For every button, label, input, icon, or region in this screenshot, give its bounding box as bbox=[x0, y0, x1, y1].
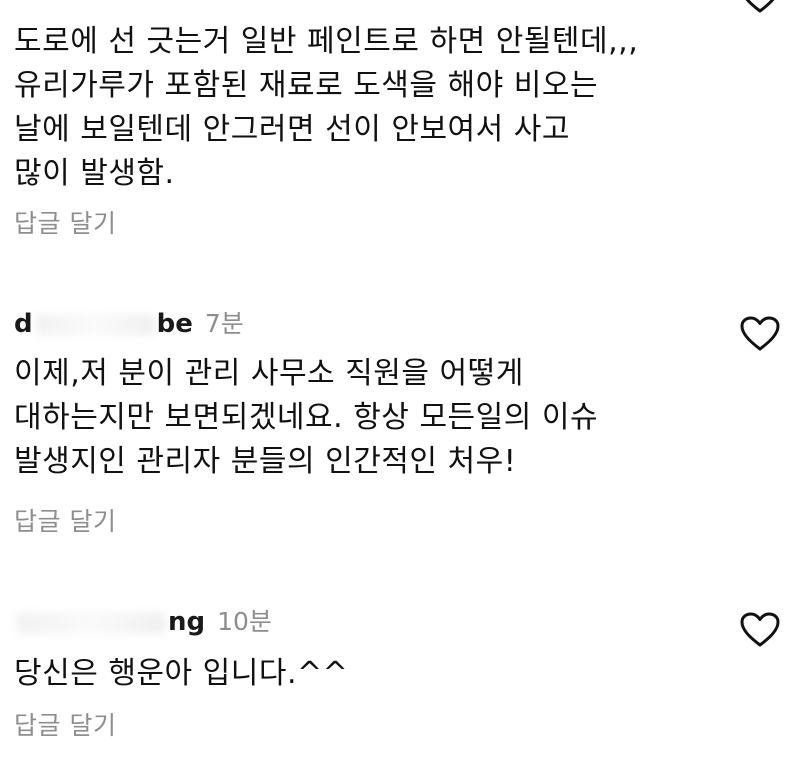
reply-button[interactable]: 답글 달기 bbox=[14, 502, 116, 538]
comment-text: 당신은 행운아 입니다.^^ bbox=[14, 656, 349, 691]
timestamp: 7분 bbox=[204, 309, 244, 338]
username-start: d bbox=[14, 309, 33, 339]
comment-text: 도로에 선 긋는거 일반 페인트로 하면 안될텐데,,, 유리가루가 포함된 재… bbox=[14, 24, 639, 191]
reply-button[interactable]: 답글 달기 bbox=[14, 204, 116, 240]
username-redaction bbox=[16, 611, 166, 634]
heart-outline-icon bbox=[740, 316, 780, 351]
comment-text: 이제,저 분이 관리 사무소 직원을 어떻게 대하는지만 보면되겠네요. 항상 … bbox=[14, 356, 599, 479]
reply-button[interactable]: 답글 달기 bbox=[14, 706, 116, 742]
like-heart-icon-partial[interactable] bbox=[740, 0, 780, 14]
comment-header: d be 7분 bbox=[14, 304, 244, 340]
username-end: ng bbox=[168, 607, 206, 637]
username-redaction bbox=[34, 313, 155, 336]
heart-outline-icon bbox=[745, 0, 775, 13]
like-button[interactable] bbox=[740, 612, 780, 648]
timestamp: 10분 bbox=[217, 607, 272, 636]
comment-header: ng 10분 bbox=[14, 602, 272, 638]
username[interactable]: d be bbox=[14, 309, 193, 339]
like-button[interactable] bbox=[740, 316, 780, 352]
heart-outline-icon bbox=[740, 612, 780, 647]
username[interactable]: ng bbox=[14, 607, 205, 637]
username-end: be bbox=[156, 309, 193, 339]
